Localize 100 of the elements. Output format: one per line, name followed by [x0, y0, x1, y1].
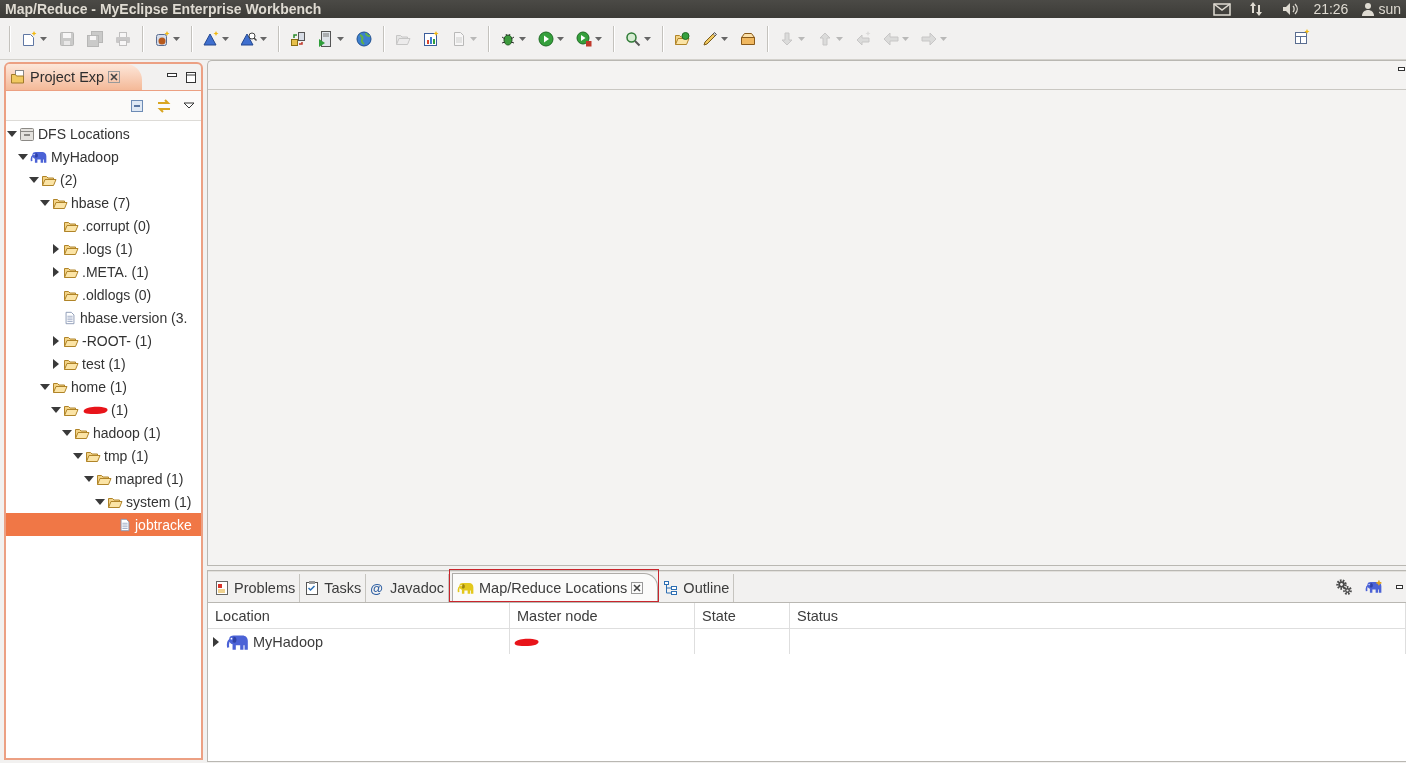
caret-icon: [798, 36, 805, 41]
user-name[interactable]: sun: [1378, 1, 1406, 17]
view-tab[interactable]: Outline: [659, 574, 735, 602]
tree-item[interactable]: .logs (1): [6, 237, 135, 260]
caret-icon: [470, 36, 477, 41]
view-tab[interactable]: Problems: [210, 574, 301, 602]
tree-item[interactable]: MyHadoop: [6, 145, 121, 168]
expand-toggle-icon[interactable]: [7, 128, 17, 139]
elephant-icon: [457, 580, 476, 595]
tree-item[interactable]: mapred (1): [6, 467, 186, 490]
user-icon[interactable]: [1362, 2, 1375, 16]
minimize-icon[interactable]: [1398, 67, 1405, 71]
menu-caret-icon[interactable]: [183, 101, 195, 110]
server-run-icon: [318, 30, 334, 47]
clipboard-icon: [304, 580, 321, 596]
tree-item[interactable]: home (1): [6, 375, 130, 398]
arrow-right-icon: [921, 30, 937, 47]
collapse-icon[interactable]: [129, 97, 145, 114]
expand-toggle-icon[interactable]: [51, 266, 61, 277]
view-tab[interactable]: Project Exp: [6, 64, 143, 90]
tree-item[interactable]: -ROOT- (1): [6, 329, 154, 352]
chart-icon: [423, 30, 439, 47]
tree-item[interactable]: system (1): [6, 490, 194, 513]
caret-icon: [173, 36, 180, 41]
caret-icon: [721, 36, 728, 41]
file-icon: [118, 516, 132, 533]
folder-ball-icon: [674, 30, 690, 47]
tree-item[interactable]: hbase (7): [6, 191, 133, 214]
tree-item[interactable]: (2): [6, 168, 80, 191]
print-icon: [115, 30, 131, 47]
arrow-up-icon: [817, 30, 833, 47]
expand-toggle-icon[interactable]: [40, 197, 50, 208]
document-icon: [451, 30, 467, 47]
jar-icon: [154, 30, 170, 47]
volume-icon[interactable]: [1282, 1, 1300, 17]
table-cell: MyHadoop: [253, 633, 324, 650]
tree-item[interactable]: (1): [6, 398, 131, 421]
pen-icon: [702, 30, 718, 47]
triangle-icon: [203, 30, 219, 47]
close-icon[interactable]: [631, 581, 644, 594]
tree-item[interactable]: .META. (1): [6, 260, 151, 283]
expand-toggle-icon[interactable]: [211, 636, 221, 647]
column-header[interactable]: State: [695, 603, 790, 629]
expand-toggle-icon[interactable]: [29, 174, 39, 185]
mail-icon[interactable]: [1213, 1, 1232, 17]
globe-icon: [356, 30, 372, 47]
run-icon: [538, 30, 554, 47]
gears-icon[interactable]: [1336, 579, 1352, 595]
elephant-icon: [226, 632, 250, 651]
view-tab[interactable]: Tasks: [300, 574, 367, 602]
grid-icon: [1294, 29, 1310, 45]
caret-icon: [557, 36, 564, 41]
column-header[interactable]: Master node: [510, 603, 695, 629]
expand-toggle-icon[interactable]: [73, 450, 83, 461]
triangle-search-icon: [241, 30, 257, 47]
save-icon: [59, 30, 75, 47]
expand-toggle-icon[interactable]: [51, 404, 61, 415]
tree-item[interactable]: test (1): [6, 352, 128, 375]
document-icon: [214, 580, 230, 596]
search-icon: [625, 30, 641, 47]
tree-item[interactable]: tmp (1): [6, 444, 151, 467]
column-header[interactable]: Status: [790, 603, 1406, 629]
elephant-plus-icon[interactable]: [1365, 579, 1383, 595]
at-sign-icon: @: [370, 580, 383, 596]
expand-toggle-icon[interactable]: [51, 358, 61, 369]
caret-icon: [519, 36, 526, 41]
caret-icon: [337, 36, 344, 41]
tree-item[interactable]: DFS Locations: [6, 122, 132, 145]
run-icon: [576, 30, 592, 47]
arrow-down-icon: [779, 30, 795, 47]
arrow-left-icon: [855, 30, 871, 47]
expand-toggle-icon[interactable]: [18, 151, 28, 162]
tree-item[interactable]: .corrupt (0): [6, 214, 153, 237]
view-tab[interactable]: @ Javadoc: [366, 574, 450, 602]
caret-icon: [40, 36, 47, 41]
server-arrows-icon: [290, 30, 306, 47]
clock[interactable]: 21:26: [1313, 1, 1349, 17]
tree-item[interactable]: hbase.version (3.: [6, 306, 190, 329]
caret-icon: [644, 36, 651, 41]
maximize-icon[interactable]: [185, 70, 197, 84]
column-header[interactable]: Location: [208, 603, 510, 629]
minimize-icon[interactable]: [1396, 585, 1403, 589]
save-all-icon: [87, 30, 103, 47]
expand-toggle-icon[interactable]: [51, 243, 61, 254]
expand-toggle-icon[interactable]: [95, 496, 105, 507]
box-icon: [740, 30, 756, 47]
view-tab[interactable]: Map/Reduce Locations: [452, 573, 659, 601]
expand-toggle-icon[interactable]: [62, 427, 72, 438]
file-icon: [63, 309, 77, 326]
expand-toggle-icon[interactable]: [84, 473, 94, 484]
tree-item[interactable]: .oldlogs (0): [6, 283, 154, 306]
tree-item[interactable]: hadoop (1): [6, 421, 163, 444]
caret-icon: [595, 36, 602, 41]
network-icon[interactable]: [1249, 1, 1264, 17]
elephant-icon: [30, 149, 48, 164]
expand-toggle-icon[interactable]: [40, 381, 50, 392]
folder-icon: [10, 69, 26, 85]
close-icon[interactable]: [108, 71, 121, 83]
expand-toggle-icon[interactable]: [51, 335, 61, 346]
drawer-icon: [19, 125, 35, 142]
